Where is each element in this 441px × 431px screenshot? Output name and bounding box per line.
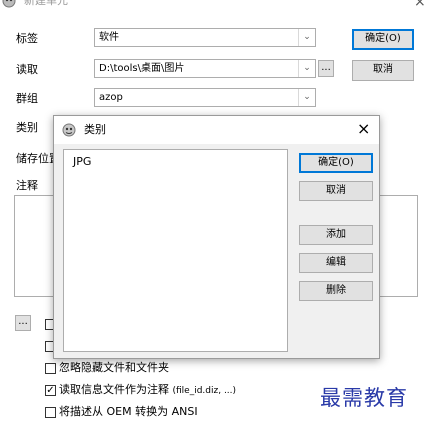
dialog-add-button[interactable]: 添加 bbox=[299, 225, 373, 245]
chevron-down-icon[interactable]: ⌄ bbox=[298, 89, 315, 106]
category-dialog: 类别 × JPG 确定(O) 取消 添加 编辑 删除 bbox=[53, 115, 380, 359]
dialog-ok-button[interactable]: 确定(O) bbox=[299, 153, 373, 173]
read-info-label-text: 读取信息文件作为注释 bbox=[59, 383, 169, 396]
category-label: 类别 bbox=[16, 121, 38, 134]
dialog-cancel-button[interactable]: 取消 bbox=[299, 181, 373, 201]
watermark: 最需教育 bbox=[320, 386, 408, 410]
group-combo[interactable]: azop ⌄ bbox=[94, 88, 316, 107]
convert-oem-checkbox[interactable] bbox=[45, 407, 56, 418]
tag-value: 软件 bbox=[99, 32, 119, 43]
app-icon bbox=[2, 0, 16, 8]
read-label: 读取 bbox=[16, 63, 38, 76]
dialog-delete-button[interactable]: 删除 bbox=[299, 281, 373, 301]
tag-label: 标签 bbox=[16, 32, 38, 45]
convert-oem-label[interactable]: 将描述从 OEM 转换为 ANSI bbox=[59, 405, 198, 419]
ignore-hidden-checkbox[interactable] bbox=[45, 363, 56, 374]
dialog-app-icon bbox=[62, 123, 76, 137]
dialog-title: 类别 bbox=[84, 123, 106, 136]
tag-combo[interactable]: 软件 ⌄ bbox=[94, 28, 316, 47]
chevron-down-icon[interactable]: ⌄ bbox=[298, 29, 315, 46]
read-path-combo[interactable]: D:\tools\桌面\图片 ⌄ bbox=[94, 59, 316, 78]
read-info-label-extra: (file_id.diz, ...) bbox=[172, 386, 237, 396]
category-list[interactable]: JPG bbox=[63, 149, 288, 352]
read-info-label[interactable]: 读取信息文件作为注释 (file_id.diz, ...) bbox=[59, 383, 236, 398]
more-button[interactable]: ... bbox=[15, 315, 31, 331]
dialog-edit-button[interactable]: 编辑 bbox=[299, 253, 373, 273]
chevron-down-icon[interactable]: ⌄ bbox=[298, 60, 315, 77]
close-icon[interactable]: × bbox=[414, 0, 426, 9]
ignore-hidden-label[interactable]: 忽略隐藏文件和文件夹 bbox=[59, 361, 169, 375]
dialog-close-icon[interactable]: × bbox=[357, 119, 370, 139]
title-bar: 新建单元 × bbox=[0, 0, 441, 16]
read-info-checkbox[interactable]: ✓ bbox=[45, 385, 56, 396]
comment-label: 注释 bbox=[16, 179, 38, 192]
dialog-title-bar: 类别 × bbox=[54, 116, 379, 144]
read-path-value: D:\tools\桌面\图片 bbox=[99, 63, 185, 74]
window-title: 新建单元 bbox=[24, 0, 68, 7]
ok-button[interactable]: 确定(O) bbox=[352, 29, 414, 50]
list-item[interactable]: JPG bbox=[73, 155, 91, 169]
cancel-button[interactable]: 取消 bbox=[352, 60, 414, 81]
group-value: azop bbox=[99, 92, 123, 103]
browse-button[interactable]: ... bbox=[318, 60, 334, 77]
group-label: 群组 bbox=[16, 92, 38, 105]
